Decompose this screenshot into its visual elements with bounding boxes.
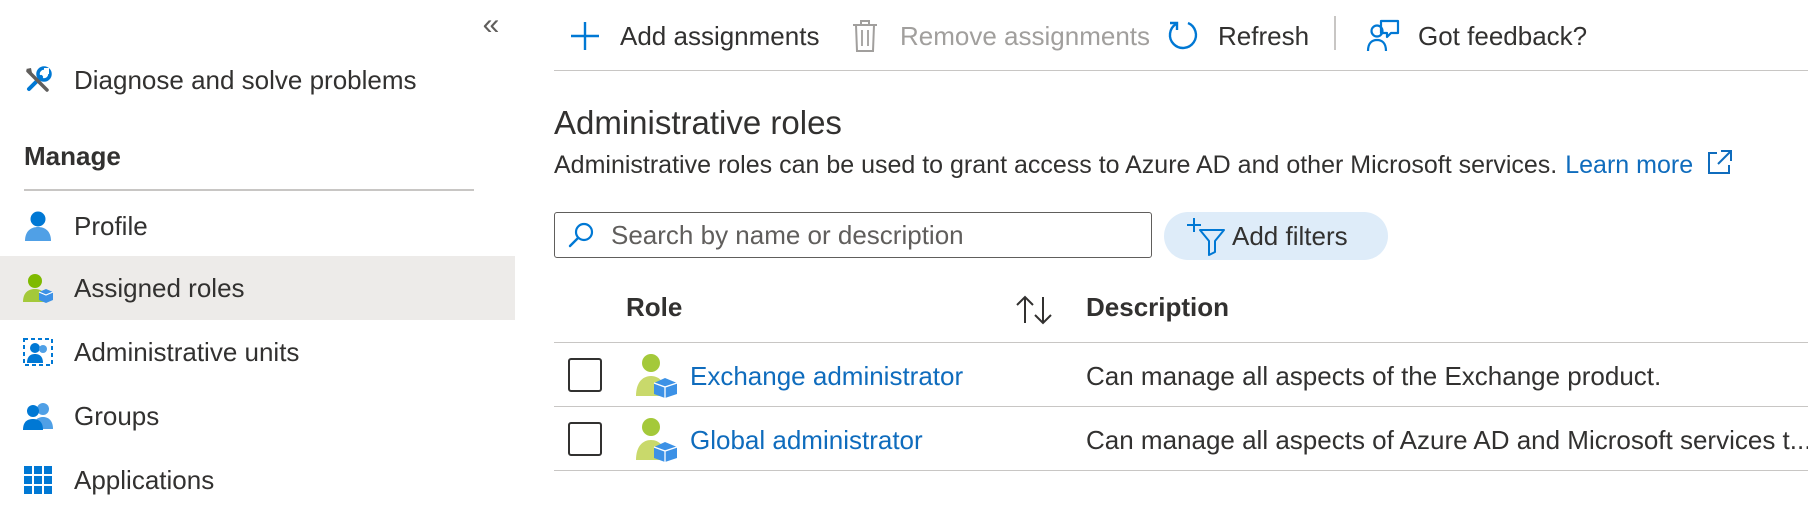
nav-label-applications: Applications — [74, 464, 215, 495]
refresh-label: Refresh — [1218, 20, 1310, 51]
nav-item-groups[interactable]: Groups — [0, 384, 515, 448]
assigned-roles-icon — [22, 272, 54, 304]
remove-assignments-button[interactable]: Remove assignments — [848, 12, 1150, 60]
row-checkbox[interactable] — [568, 422, 602, 456]
page-description: Administrative roles can be used to gran… — [554, 149, 1733, 180]
role-name-link[interactable]: Exchange administrator — [690, 361, 963, 392]
nav-label-profile: Profile — [74, 210, 148, 241]
profile-icon — [22, 210, 54, 242]
nav-item-diagnose[interactable]: Diagnose and solve problems — [0, 48, 515, 112]
nav-item-assigned-roles[interactable]: Assigned roles — [0, 256, 515, 320]
refresh-button[interactable]: Refresh — [1166, 12, 1309, 60]
left-nav: « Diagnose and solve problems Manage Pro… — [0, 0, 515, 495]
row-divider — [554, 406, 1808, 407]
role-icon — [634, 416, 678, 462]
row-divider — [554, 470, 1808, 471]
nav-item-administrative-units[interactable]: Administrative units — [0, 320, 515, 384]
add-filters-button[interactable]: Add filters — [1164, 212, 1388, 260]
sort-arrows-icon[interactable] — [1014, 293, 1054, 327]
toolbar-bottom-border — [554, 70, 1808, 71]
feedback-person-icon — [1366, 19, 1400, 53]
section-divider — [24, 189, 474, 191]
add-filters-label: Add filters — [1232, 220, 1348, 251]
toolbar-divider — [1334, 16, 1336, 50]
plus-icon — [568, 19, 602, 53]
search-field — [554, 212, 1152, 258]
row-checkbox[interactable] — [568, 358, 602, 392]
nav-label-assigned-roles: Assigned roles — [74, 272, 245, 303]
wrench-screwdriver-icon — [22, 64, 54, 96]
nav-label-administrative-units: Administrative units — [74, 336, 300, 367]
nav-item-profile[interactable]: Profile — [0, 194, 515, 258]
feedback-label: Got feedback? — [1418, 20, 1588, 51]
nav-label-groups: Groups — [74, 400, 160, 431]
role-icon — [634, 352, 678, 398]
trash-icon — [848, 19, 882, 53]
applications-icon — [22, 464, 54, 496]
search-input[interactable] — [611, 219, 1131, 251]
description-text: Administrative roles can be used to gran… — [554, 151, 1558, 179]
role-name-link[interactable]: Global administrator — [690, 425, 923, 456]
collapse-nav-button[interactable]: « — [474, 8, 508, 42]
remove-assignments-label: Remove assignments — [900, 20, 1150, 51]
add-assignments-button[interactable]: Add assignments — [568, 12, 819, 60]
learn-more-link[interactable]: Learn more — [1565, 151, 1693, 179]
feedback-button[interactable]: Got feedback? — [1366, 12, 1587, 60]
refresh-icon — [1166, 19, 1200, 53]
header-divider — [554, 342, 1808, 343]
search-icon — [567, 221, 595, 249]
add-filter-icon — [1186, 216, 1226, 256]
page-title: Administrative roles — [554, 104, 842, 141]
nav-item-applications[interactable]: Applications — [0, 448, 515, 512]
role-description: Can manage all aspects of the Exchange p… — [1086, 361, 1662, 391]
administrative-units-icon — [22, 336, 54, 368]
nav-label-diagnose: Diagnose and solve problems — [74, 64, 417, 95]
external-link-icon[interactable] — [1705, 149, 1733, 177]
column-header-role[interactable]: Role — [626, 292, 682, 323]
role-description: Can manage all aspects of Azure AD and M… — [1086, 425, 1808, 455]
groups-icon — [22, 400, 54, 432]
column-header-description[interactable]: Description — [1086, 292, 1229, 323]
add-assignments-label: Add assignments — [620, 20, 820, 51]
command-bar: Add assignments Remove assignments Refre… — [554, 0, 1808, 72]
double-chevron-left-icon: « — [482, 8, 500, 41]
manage-section-heading: Manage — [24, 141, 121, 171]
